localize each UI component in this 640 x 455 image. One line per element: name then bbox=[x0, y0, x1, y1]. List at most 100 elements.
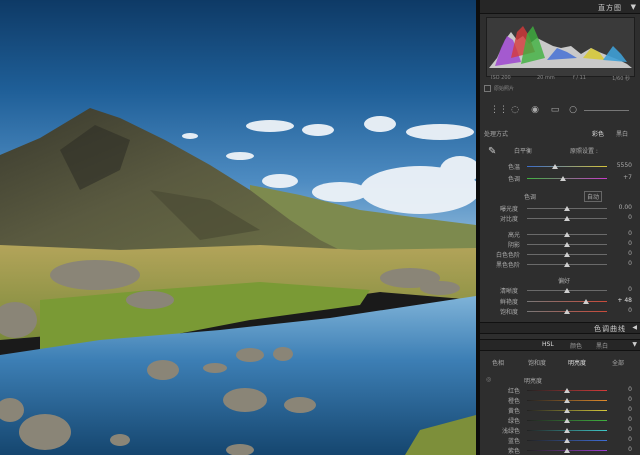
focal-length-value: 20 mm bbox=[537, 75, 555, 81]
hsl-purple-label: 紫色 bbox=[508, 448, 521, 455]
hsl-purple-knob[interactable] bbox=[564, 448, 570, 453]
eyedropper-icon[interactable]: ✎ bbox=[488, 146, 496, 157]
whites-knob[interactable] bbox=[564, 252, 570, 257]
hsl-section: 色相 饱和度 明亮度 全部 ◎ 明亮度 红色 0 橙色 0 黄色 0 绿色 0 … bbox=[480, 355, 640, 455]
histogram-header[interactable]: 直方图 ▼ bbox=[480, 0, 640, 14]
hsl-red-value[interactable]: 0 bbox=[628, 386, 632, 393]
checkbox-icon[interactable] bbox=[484, 85, 491, 92]
tab-hsl[interactable]: HSL bbox=[542, 341, 554, 348]
subtab-luminance[interactable]: 明亮度 bbox=[568, 358, 586, 367]
hsl-green-value[interactable]: 0 bbox=[628, 416, 632, 423]
hsl-orange-knob[interactable] bbox=[564, 398, 570, 403]
hsl-orange-value[interactable]: 0 bbox=[628, 396, 632, 403]
tint-value[interactable]: +7 bbox=[623, 174, 632, 181]
hsl-aqua-knob[interactable] bbox=[564, 428, 570, 433]
hsl-red-knob[interactable] bbox=[564, 388, 570, 393]
tab-color[interactable]: 颜色 bbox=[570, 341, 582, 350]
contrast-knob[interactable] bbox=[564, 216, 570, 221]
hsl-yellow-value[interactable]: 0 bbox=[628, 406, 632, 413]
spot-removal-icon[interactable]: ◉ bbox=[530, 105, 540, 115]
original-photo-label: 原始照片 bbox=[494, 86, 515, 92]
highlights-value[interactable]: 0 bbox=[628, 230, 632, 237]
grid-overlay-icon[interactable]: ⋮⋮ bbox=[490, 105, 508, 115]
photo-preview bbox=[0, 0, 476, 455]
subtab-hue[interactable]: 色相 bbox=[492, 358, 504, 367]
exposure-label: 曝光度 bbox=[500, 206, 519, 213]
expand-arrow-icon[interactable]: ◀ bbox=[632, 324, 637, 331]
clarity-value[interactable]: 0 bbox=[628, 286, 632, 293]
tool-strip: ⋮⋮ ◌ ◉ ▭ ○ bbox=[484, 102, 636, 118]
develop-panel: 直方图 ▼ ISO 200 20 mm f / 11 1/60 秒 原始照片 ⋮… bbox=[480, 0, 640, 455]
highlights-knob[interactable] bbox=[564, 232, 570, 237]
shutter-value: 1/60 秒 bbox=[612, 76, 630, 82]
subtab-saturation[interactable]: 饱和度 bbox=[528, 358, 546, 367]
collapse-arrow-icon[interactable]: ▼ bbox=[632, 341, 637, 348]
highlights-label: 高光 bbox=[508, 232, 521, 239]
temp-slider[interactable] bbox=[527, 166, 607, 167]
treatment-color-option[interactable]: 彩色 bbox=[592, 129, 604, 138]
luminance-group-label: 明亮度 bbox=[524, 378, 543, 385]
hsl-header[interactable]: HSL 颜色 黑白 ▼ bbox=[480, 339, 640, 351]
hsl-blue-knob[interactable] bbox=[564, 438, 570, 443]
hsl-green-knob[interactable] bbox=[564, 418, 570, 423]
shadows-knob[interactable] bbox=[564, 242, 570, 247]
blacks-knob[interactable] bbox=[564, 262, 570, 267]
vibrance-label: 鲜艳度 bbox=[500, 299, 519, 306]
saturation-knob[interactable] bbox=[564, 309, 570, 314]
graduated-filter-icon[interactable]: ▭ bbox=[550, 105, 560, 115]
tone-label: 色调 bbox=[524, 194, 537, 201]
vibrance-value[interactable]: + 48 bbox=[617, 297, 632, 304]
tone-curve-header[interactable]: 色调曲线 ◀ bbox=[480, 322, 640, 334]
auto-tone-button[interactable]: 自动 bbox=[584, 191, 603, 202]
vibrance-knob[interactable] bbox=[583, 299, 589, 304]
radial-filter-icon[interactable]: ○ bbox=[568, 105, 578, 115]
blacks-label: 黑色色阶 bbox=[496, 262, 521, 269]
collapse-arrow-icon[interactable]: ▼ bbox=[631, 3, 636, 11]
crop-icon[interactable]: ◌ bbox=[510, 105, 520, 115]
hsl-yellow-label: 黄色 bbox=[508, 408, 521, 415]
original-photo-toggle[interactable]: 原始照片 bbox=[484, 85, 514, 92]
temp-knob[interactable] bbox=[552, 164, 558, 169]
tint-knob[interactable] bbox=[560, 176, 566, 181]
vibrance-slider[interactable] bbox=[527, 301, 607, 302]
hsl-blue-value[interactable]: 0 bbox=[628, 436, 632, 443]
saturation-label: 饱和度 bbox=[500, 309, 519, 316]
hsl-green-label: 绿色 bbox=[508, 418, 521, 425]
treatment-bw-option[interactable]: 黑白 bbox=[616, 129, 628, 138]
tone-curve-title: 色调曲线 bbox=[594, 325, 626, 333]
aperture-value: f / 11 bbox=[573, 75, 586, 81]
exposure-value[interactable]: 0.00 bbox=[619, 204, 632, 211]
histogram[interactable]: ISO 200 20 mm f / 11 1/60 秒 bbox=[486, 17, 635, 82]
temp-label: 色温 bbox=[508, 164, 521, 171]
histogram-graph bbox=[489, 26, 632, 68]
white-balance-label: 白平衡 bbox=[514, 148, 533, 155]
contrast-value[interactable]: 0 bbox=[628, 214, 632, 221]
histogram-title: 直方图 bbox=[598, 4, 622, 12]
presence-label: 偏好 bbox=[558, 278, 571, 285]
clarity-label: 清晰度 bbox=[500, 288, 519, 295]
blacks-value[interactable]: 0 bbox=[628, 260, 632, 267]
saturation-value[interactable]: 0 bbox=[628, 307, 632, 314]
landscape-photo bbox=[0, 0, 476, 455]
tint-label: 色调 bbox=[508, 176, 521, 183]
subtab-all[interactable]: 全部 bbox=[612, 358, 624, 367]
hsl-orange-label: 橙色 bbox=[508, 398, 521, 405]
whites-label: 白色色阶 bbox=[496, 252, 521, 259]
contrast-label: 对比度 bbox=[500, 216, 519, 223]
brush-slider[interactable] bbox=[584, 110, 629, 111]
hsl-aqua-value[interactable]: 0 bbox=[628, 426, 632, 433]
clarity-knob[interactable] bbox=[564, 288, 570, 293]
exposure-knob[interactable] bbox=[564, 206, 570, 211]
white-balance-dropdown[interactable]: 原照设置 : bbox=[570, 146, 598, 155]
histogram-meta: ISO 200 20 mm f / 11 1/60 秒 bbox=[491, 75, 630, 83]
basic-section: 处理方式 彩色 黑白 ✎ 白平衡 原照设置 : 色温 5550 色调 +7 色调… bbox=[480, 124, 640, 320]
treatment-label: 处理方式 bbox=[484, 131, 509, 138]
target-adjust-icon[interactable]: ◎ bbox=[486, 376, 491, 383]
temp-value[interactable]: 5550 bbox=[617, 162, 632, 169]
hsl-purple-value[interactable]: 0 bbox=[628, 446, 632, 453]
shadows-value[interactable]: 0 bbox=[628, 240, 632, 247]
tint-slider[interactable] bbox=[527, 178, 607, 179]
hsl-yellow-knob[interactable] bbox=[564, 408, 570, 413]
tab-bw[interactable]: 黑白 bbox=[596, 341, 608, 350]
whites-value[interactable]: 0 bbox=[628, 250, 632, 257]
